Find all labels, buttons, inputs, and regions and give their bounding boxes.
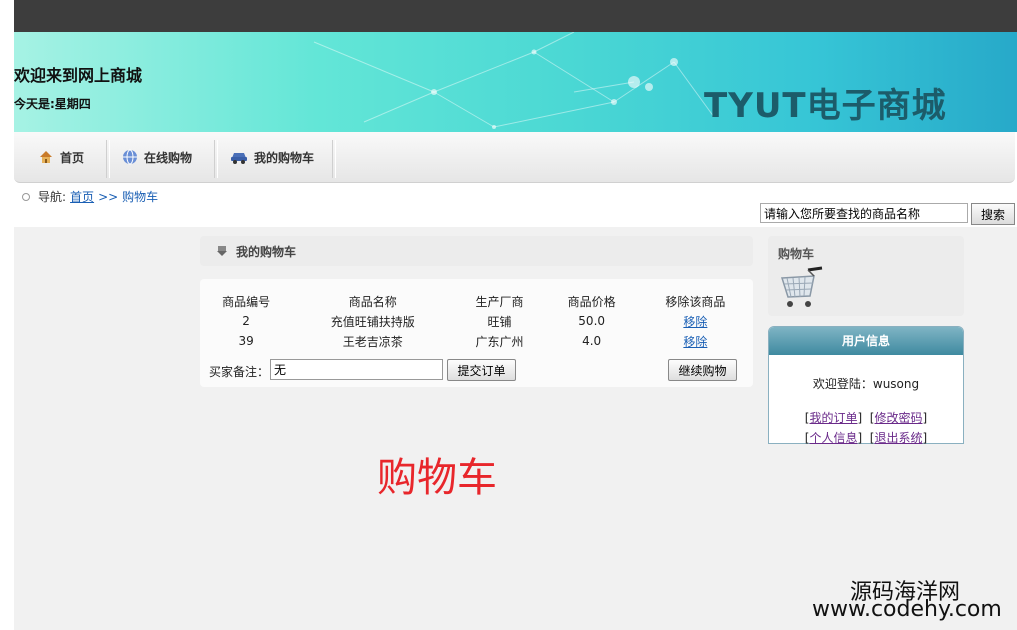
column-header: 商品名称 <box>348 294 397 309</box>
product-name: 充值旺铺扶持版 <box>330 314 415 329</box>
watermark-url: www.codehy.com <box>812 597 1002 622</box>
page-label: 购物车 <box>377 455 497 501</box>
breadcrumb-current: 购物车 <box>122 190 159 204</box>
car-icon <box>231 153 247 164</box>
nav-label: 在线购物 <box>144 150 193 165</box>
nav-label: 首页 <box>60 150 85 165</box>
nav-item-shopping[interactable]: 在线购物 <box>122 132 192 182</box>
remove-link[interactable]: 移除 <box>683 335 707 349</box>
breadcrumb-home-link[interactable]: 首页 <box>70 188 94 205</box>
remove-link[interactable]: 移除 <box>683 315 707 329</box>
profile-link[interactable]: 个人信息 <box>809 431 857 445</box>
nav-item-cart[interactable]: 我的购物车 <box>230 132 314 182</box>
change-password-link[interactable]: 修改密码 <box>875 411 923 425</box>
product-id: 39 <box>238 334 254 348</box>
welcome-text: 欢迎来到网上商城 <box>14 66 143 85</box>
product-maker: 广东广州 <box>475 334 524 349</box>
remark-label: 买家备注： <box>209 365 270 379</box>
user-links-row: [我的订单] [修改密码] <box>804 411 928 425</box>
top-bar <box>14 0 1017 32</box>
nav-label: 我的购物车 <box>254 150 315 165</box>
breadcrumb-prefix: 导航: <box>38 190 67 204</box>
nav-divider <box>332 140 336 178</box>
nav-divider <box>106 140 110 178</box>
user-greeting: 欢迎登陆：wusong <box>812 377 920 391</box>
column-header: 移除该商品 <box>665 294 726 309</box>
today-text: 今天是:星期四 <box>14 97 91 111</box>
product-maker: 旺铺 <box>487 314 512 329</box>
shopping-cart-icon[interactable] <box>778 266 824 312</box>
column-header: 商品编号 <box>222 294 271 309</box>
breadcrumb-separator: >> <box>98 189 119 204</box>
site-brand: TYUT电子商城 <box>704 86 947 126</box>
submit-order-button[interactable]: 提交订单 <box>447 359 516 381</box>
globe-icon <box>123 149 137 165</box>
column-header: 生产厂商 <box>475 294 524 309</box>
remark-input[interactable] <box>270 359 443 380</box>
cart-panel: 商品编号 商品名称 生产厂商 商品价格 移除该商品 2 充值旺铺扶持版 旺铺 5… <box>200 279 753 387</box>
user-links-row: [个人信息] [退出系统] <box>804 431 928 445</box>
continue-shopping-button[interactable]: 继续购物 <box>668 359 737 381</box>
header-banner: 欢迎来到网上商城 今天是:星期四 TYUT电子商城 <box>14 32 1017 132</box>
product-name: 王老吉凉茶 <box>342 334 403 349</box>
cart-table: 商品编号 商品名称 生产厂商 商品价格 移除该商品 2 充值旺铺扶持版 旺铺 5… <box>200 291 753 351</box>
bullet-icon <box>22 192 30 201</box>
search-button[interactable]: 搜索 <box>971 203 1015 225</box>
product-price: 50.0 <box>578 314 606 328</box>
product-price: 4.0 <box>582 334 602 348</box>
nav-item-home[interactable]: 首页 <box>38 132 84 182</box>
main-nav: 首页 在线购物 我的购物车 <box>14 132 1015 183</box>
side-cart-title: 购物车 <box>778 247 815 261</box>
cart-panel-header: 我的购物车 <box>200 236 753 266</box>
user-info-title: 用户信息 <box>769 327 963 355</box>
logout-link[interactable]: 退出系统 <box>875 431 923 445</box>
table-row: 2 充值旺铺扶持版 旺铺 50.0 移除 <box>200 311 753 331</box>
cart-panel-title: 我的购物车 <box>236 244 297 259</box>
home-icon <box>40 151 52 163</box>
table-row: 39 王老吉凉茶 广东广州 4.0 移除 <box>200 331 753 351</box>
arrow-down-icon <box>217 246 227 256</box>
product-id: 2 <box>242 314 250 328</box>
user-info-box: 用户信息 欢迎登陆：wusong [我的订单] [修改密码] [个人信息] [退… <box>768 326 964 445</box>
column-header: 商品价格 <box>567 294 616 309</box>
side-cart-box: 购物车 <box>768 236 964 316</box>
nav-divider <box>214 140 218 178</box>
my-orders-link[interactable]: 我的订单 <box>809 411 857 425</box>
search-input[interactable] <box>760 203 968 223</box>
breadcrumb: 导航: 首页 >> 购物车 <box>22 188 158 205</box>
